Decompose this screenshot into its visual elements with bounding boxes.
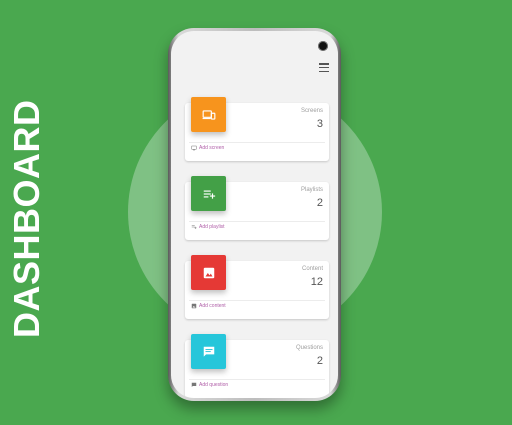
- playlists-card[interactable]: Playlists 2 Add playlist: [185, 176, 329, 240]
- screens-count: 3: [316, 118, 323, 130]
- playlist-icon: [191, 225, 197, 229]
- phone-frame: Screens 3 Add screen Playlists 2 Add pla…: [168, 28, 341, 401]
- add-playlist-link[interactable]: Add playlist: [191, 224, 225, 230]
- content-count: 12: [310, 276, 323, 288]
- front-camera: [318, 41, 328, 51]
- questions-tile: [191, 334, 226, 369]
- add-playlist-label: Add playlist: [199, 224, 225, 230]
- phone-screen: Screens 3 Add screen Playlists 2 Add pla…: [171, 31, 338, 398]
- image-small-icon: [191, 303, 197, 309]
- add-content-label: Add content: [199, 303, 226, 309]
- chat-small-icon: [191, 382, 197, 387]
- card-divider: [189, 300, 325, 301]
- chat-icon: [203, 346, 214, 357]
- card-divider: [189, 142, 325, 143]
- hamburger-menu-icon[interactable]: [319, 63, 329, 72]
- screen-icon: [191, 145, 197, 151]
- playlists-count: 2: [316, 197, 323, 209]
- card-divider: [189, 221, 325, 222]
- card-divider: [189, 379, 325, 380]
- questions-count: 2: [316, 355, 323, 367]
- add-screen-label: Add screen: [199, 145, 225, 151]
- image-icon: [203, 267, 214, 278]
- devices-icon: [202, 109, 215, 120]
- questions-label: Questions: [295, 345, 323, 351]
- questions-card[interactable]: Questions 2 Add question: [185, 334, 329, 398]
- screens-tile: [191, 97, 226, 132]
- content-tile: [191, 255, 226, 290]
- add-question-label: Add question: [199, 382, 229, 388]
- content-label: Content: [301, 266, 323, 272]
- content-card[interactable]: Content 12 Add content: [185, 255, 329, 319]
- screens-label: Screens: [300, 108, 323, 114]
- add-screen-link[interactable]: Add screen: [191, 145, 224, 151]
- dashboard-title: DASHBOARD: [6, 99, 47, 339]
- playlists-label: Playlists: [300, 187, 323, 193]
- playlist-add-icon: [203, 190, 215, 199]
- add-content-link[interactable]: Add content: [191, 303, 226, 309]
- playlists-tile: [191, 176, 226, 211]
- screens-card[interactable]: Screens 3 Add screen: [185, 97, 329, 161]
- add-question-link[interactable]: Add question: [191, 382, 228, 388]
